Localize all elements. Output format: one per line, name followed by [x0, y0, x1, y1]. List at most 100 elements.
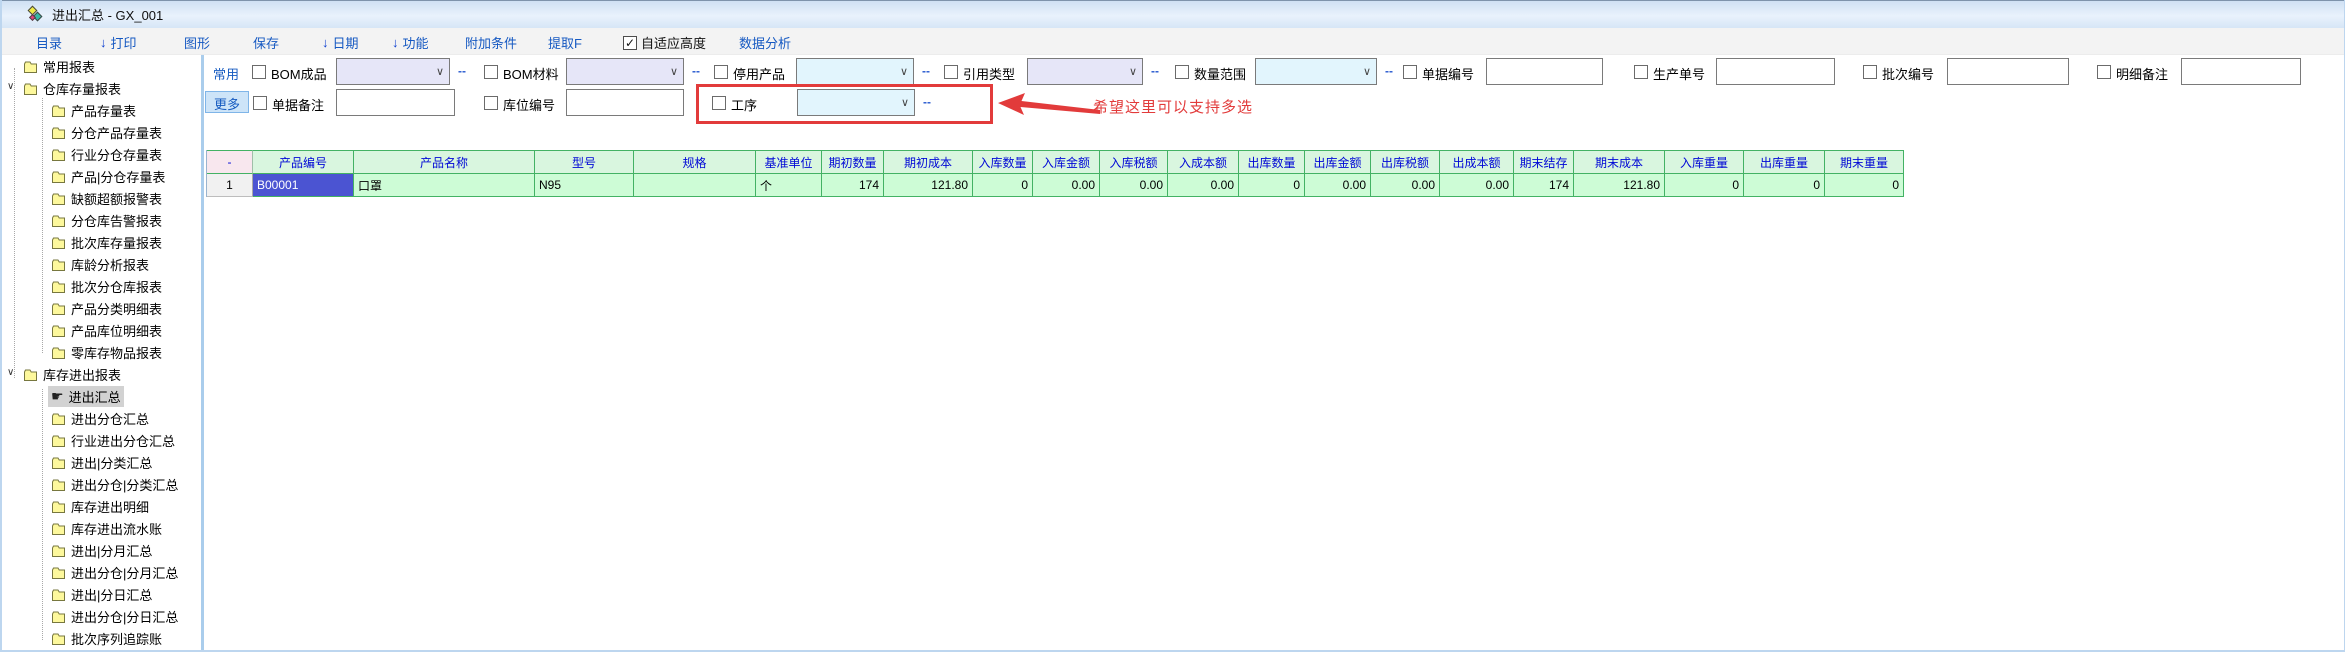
filter-dropdown[interactable]: ∨ [336, 58, 450, 85]
column-header[interactable]: 规格 [634, 150, 756, 174]
column-header[interactable]: 产品名称 [354, 150, 535, 174]
sidebar-item[interactable]: ∨库存进出报表 [2, 363, 201, 385]
toolbar-item[interactable]: 附加条件 [465, 33, 517, 52]
sidebar-item[interactable]: 进出分仓|分类汇总 [2, 473, 201, 495]
sidebar-item[interactable]: 批次库存量报表 [2, 231, 201, 253]
table-cell[interactable]: 121.80 [1574, 174, 1665, 197]
table-cell[interactable]: B00001 [253, 174, 354, 197]
sidebar-item[interactable]: 分仓产品存量表 [2, 121, 201, 143]
table-cell[interactable]: 0 [1665, 174, 1744, 197]
table-cell[interactable]: 0 [1239, 174, 1305, 197]
more-filters-button[interactable]: 更多 [205, 91, 249, 113]
filter-dropdown[interactable]: ∨ [566, 58, 684, 85]
filter-checkbox[interactable] [2097, 65, 2111, 79]
table-cell[interactable]: 0.00 [1305, 174, 1371, 197]
column-header[interactable]: 入库税额 [1100, 150, 1168, 174]
filter-checkbox[interactable] [1634, 65, 1648, 79]
column-header[interactable]: 入成本额 [1168, 150, 1239, 174]
column-header[interactable]: 入库数量 [973, 150, 1033, 174]
toolbar-item[interactable]: 提取F [548, 33, 582, 52]
filter-checkbox[interactable] [252, 65, 266, 79]
filter-checkbox[interactable] [944, 65, 958, 79]
sidebar-item[interactable]: 库存进出明细 [2, 495, 201, 517]
sidebar-item[interactable]: 进出|分日汇总 [2, 583, 201, 605]
sidebar-item[interactable]: 进出分仓|分日汇总 [2, 605, 201, 627]
filter-checkbox[interactable] [1175, 65, 1189, 79]
table-cell[interactable]: 174 [1514, 174, 1574, 197]
toolbar-item[interactable]: 保存 [253, 33, 279, 52]
column-header[interactable]: 出库税额 [1371, 150, 1440, 174]
filter-input[interactable] [336, 89, 455, 116]
column-header[interactable]: 期末结存 [1514, 150, 1574, 174]
sidebar-item[interactable]: 行业分仓存量表 [2, 143, 201, 165]
sidebar-item[interactable]: 进出分仓汇总 [2, 407, 201, 429]
column-header[interactable]: 期初数量 [822, 150, 884, 174]
chevron-down-icon[interactable]: ∨ [7, 81, 14, 92]
adaptive-height-checkbox[interactable]: ✓ [623, 36, 637, 50]
table-cell[interactable]: 0.00 [1440, 174, 1514, 197]
column-header[interactable]: 入库重量 [1665, 150, 1744, 174]
column-header[interactable]: 出成本额 [1440, 150, 1514, 174]
table-cell[interactable]: 0.00 [1100, 174, 1168, 197]
table-cell[interactable]: 0 [1825, 174, 1904, 197]
sidebar-item[interactable]: 库存进出流水账 [2, 517, 201, 539]
sidebar-item[interactable]: 批次序列追踪账 [2, 627, 201, 649]
table-cell[interactable] [634, 174, 756, 197]
table-cell[interactable]: 个 [756, 174, 822, 197]
sidebar-item[interactable]: 零库存物品报表 [2, 341, 201, 363]
sidebar-item[interactable]: 进出分仓|分月汇总 [2, 561, 201, 583]
sidebar-item[interactable]: 缺额超额报警表 [2, 187, 201, 209]
filter-checkbox[interactable] [1863, 65, 1877, 79]
sidebar-item[interactable]: 常用报表 [2, 55, 201, 77]
table-cell[interactable]: 121.80 [884, 174, 973, 197]
table-cell[interactable]: N95 [535, 174, 634, 197]
toolbar-item[interactable]: 图形 [184, 33, 210, 52]
filter-checkbox[interactable] [484, 65, 498, 79]
filter-dropdown[interactable]: ∨ [796, 58, 914, 85]
column-header[interactable]: 期末重量 [1825, 150, 1904, 174]
column-header[interactable]: 出库金额 [1305, 150, 1371, 174]
filter-input[interactable] [566, 89, 684, 116]
filter-dropdown[interactable]: ∨ [1027, 58, 1143, 85]
toolbar-item[interactable]: ↓日期 [322, 33, 359, 52]
sidebar-item[interactable]: 产品|分仓存量表 [2, 165, 201, 187]
toolbar-item[interactable]: 数据分析 [739, 33, 791, 52]
sidebar-item[interactable]: ∨仓库存量报表 [2, 77, 201, 99]
column-header[interactable]: 入库金额 [1033, 150, 1100, 174]
toolbar-item[interactable]: ↓打印 [100, 33, 137, 52]
sidebar-item[interactable]: 产品库位明细表 [2, 319, 201, 341]
table-cell[interactable]: 0.00 [1371, 174, 1440, 197]
table-cell[interactable]: 0.00 [1168, 174, 1239, 197]
filter-input[interactable] [1486, 58, 1603, 85]
column-header[interactable]: 型号 [535, 150, 634, 174]
sidebar-item[interactable]: 批次分仓库报表 [2, 275, 201, 297]
table-cell[interactable]: 174 [822, 174, 884, 197]
filter-checkbox[interactable] [253, 96, 267, 110]
column-header[interactable]: 出库重量 [1744, 150, 1825, 174]
sidebar-item[interactable]: 行业进出分仓汇总 [2, 429, 201, 451]
column-header[interactable]: - [207, 150, 253, 174]
toolbar-item[interactable]: ↓功能 [392, 33, 429, 52]
filter-input[interactable] [1716, 58, 1835, 85]
sidebar-item[interactable]: 产品分类明细表 [2, 297, 201, 319]
sidebar-item[interactable]: 库龄分析报表 [2, 253, 201, 275]
filter-checkbox[interactable] [484, 96, 498, 110]
filter-input[interactable] [2181, 58, 2301, 85]
table-cell[interactable]: 口罩 [354, 174, 535, 197]
filter-checkbox[interactable] [1403, 65, 1417, 79]
filter-input[interactable] [1947, 58, 2069, 85]
sidebar-item[interactable]: ☛进出汇总 [2, 385, 201, 407]
chevron-down-icon[interactable]: ∨ [7, 367, 14, 378]
sidebar-item[interactable]: 进出|分类汇总 [2, 451, 201, 473]
column-header[interactable]: 产品编号 [253, 150, 354, 174]
toolbar-item[interactable]: ✓自适应高度 [623, 33, 706, 52]
table-cell[interactable]: 0 [1744, 174, 1825, 197]
sidebar-item[interactable]: 进出|分月汇总 [2, 539, 201, 561]
table-cell[interactable]: 0.00 [1033, 174, 1100, 197]
table-cell[interactable]: 0 [973, 174, 1033, 197]
table-cell[interactable]: 1 [207, 174, 253, 197]
sidebar-item[interactable]: 产品存量表 [2, 99, 201, 121]
toolbar-item[interactable]: 目录 [36, 33, 62, 52]
column-header[interactable]: 期末成本 [1574, 150, 1665, 174]
common-filters-button[interactable]: 常用 [213, 64, 239, 83]
